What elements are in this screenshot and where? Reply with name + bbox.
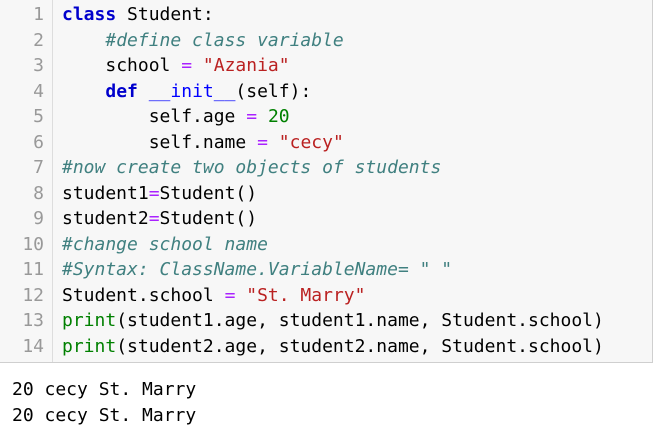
output-line: 20 cecy St. Marry: [12, 405, 197, 426]
operator: =: [257, 131, 268, 153]
keyword: class: [62, 4, 117, 25]
code-line-10: 10 #change school name: [0, 232, 652, 258]
line-number: 5: [33, 106, 44, 127]
code-line-1: 1 class Student:: [0, 2, 652, 28]
operator: =: [181, 55, 193, 76]
code-line-12: 12 Student.school = "St. Marry": [0, 283, 652, 309]
code-text: student1: [62, 182, 149, 204]
code-text: self.age: [148, 106, 247, 127]
code-line-6: 6 self.name = "cecy": [0, 130, 652, 156]
code-text: school: [105, 55, 182, 76]
operator: =: [246, 106, 258, 127]
code-line-8: 8 student1=Student(): [0, 181, 652, 207]
line-number: 2: [33, 29, 44, 51]
number-literal: 20: [267, 106, 290, 127]
code-line-9: 9 student2=Student(): [0, 206, 652, 232]
code-line-11: 11 #Syntax: ClassName.VariableName= " ": [0, 257, 652, 283]
comment: #define class variable: [105, 29, 344, 51]
operator: =: [148, 182, 160, 204]
code-line-13: 13 print(student1.age, student1.name, St…: [0, 308, 652, 334]
code-text: student2: [62, 208, 149, 229]
code-line-7: 7 #now create two objects of students: [0, 155, 652, 181]
comment: #now create two objects of students: [62, 157, 442, 178]
comment: #Syntax: ClassName.VariableName= " ": [62, 259, 453, 280]
line-number: 8: [33, 182, 44, 204]
line-number: 7: [33, 157, 44, 178]
code-line-3: 3 school = "Azania": [0, 53, 652, 79]
keyword: def: [105, 80, 138, 102]
line-number: 12: [22, 284, 44, 306]
code-text: (student1.age, student1.name, Student.sc…: [116, 310, 604, 331]
line-number: 4: [33, 80, 44, 102]
operator: =: [224, 284, 236, 306]
line-number: 13: [22, 310, 44, 331]
code-line-14: 14 print(student2.age, student2.name, St…: [0, 334, 652, 360]
code-text: self.name: [148, 131, 258, 153]
builtin-function: print: [62, 310, 117, 331]
code-text: (student2.age, student2.name, Student.sc…: [116, 335, 604, 357]
line-number: 9: [33, 208, 44, 229]
code-line-2: 2 #define class variable: [0, 28, 652, 54]
string-literal: "cecy": [278, 131, 344, 153]
code-text: Student:: [116, 4, 214, 25]
code-line-5: 5 self.age = 20: [0, 104, 652, 130]
string-literal: "Azania": [202, 55, 290, 76]
code-cell[interactable]: 1 class Student: 2 #define class variabl…: [0, 0, 653, 363]
line-number: 11: [22, 259, 44, 280]
line-number: 6: [33, 131, 44, 153]
string-literal: "St. Marry": [246, 284, 366, 306]
comment: #change school name: [62, 233, 268, 255]
operator: =: [148, 208, 160, 229]
line-number: 10: [22, 233, 44, 255]
line-number: 14: [22, 335, 44, 357]
code-line-4: 4 def __init__(self):: [0, 79, 652, 105]
code-text: Student.school: [62, 284, 225, 306]
builtin-function: print: [62, 335, 117, 357]
code-text: Student(): [159, 208, 258, 229]
function-name: __init__: [148, 80, 236, 102]
code-text: (self):: [235, 80, 312, 102]
line-number: 1: [33, 4, 44, 25]
line-number: 3: [33, 55, 44, 76]
output-line: 20 cecy St. Marry: [12, 379, 197, 400]
code-text: Student(): [159, 182, 258, 204]
